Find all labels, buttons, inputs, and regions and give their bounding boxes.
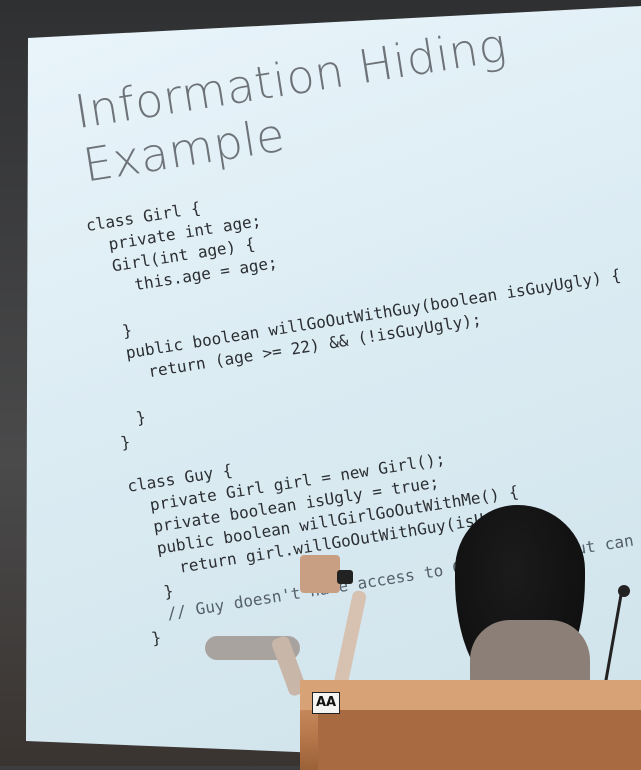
code-line: } [143,581,175,605]
code-line: } [101,320,134,344]
code-line: } [119,432,132,453]
document-camera-head [300,555,340,593]
lectern-front [318,710,641,770]
camera-lens-icon [337,570,353,584]
lectern-label: AA [312,692,340,714]
code-line: } [150,627,163,648]
title-line-1: Information Hiding [71,17,511,140]
lectern-top-edge [300,680,641,710]
lectern [300,680,641,770]
code-line: } [115,407,148,431]
microphone-icon [618,585,630,597]
